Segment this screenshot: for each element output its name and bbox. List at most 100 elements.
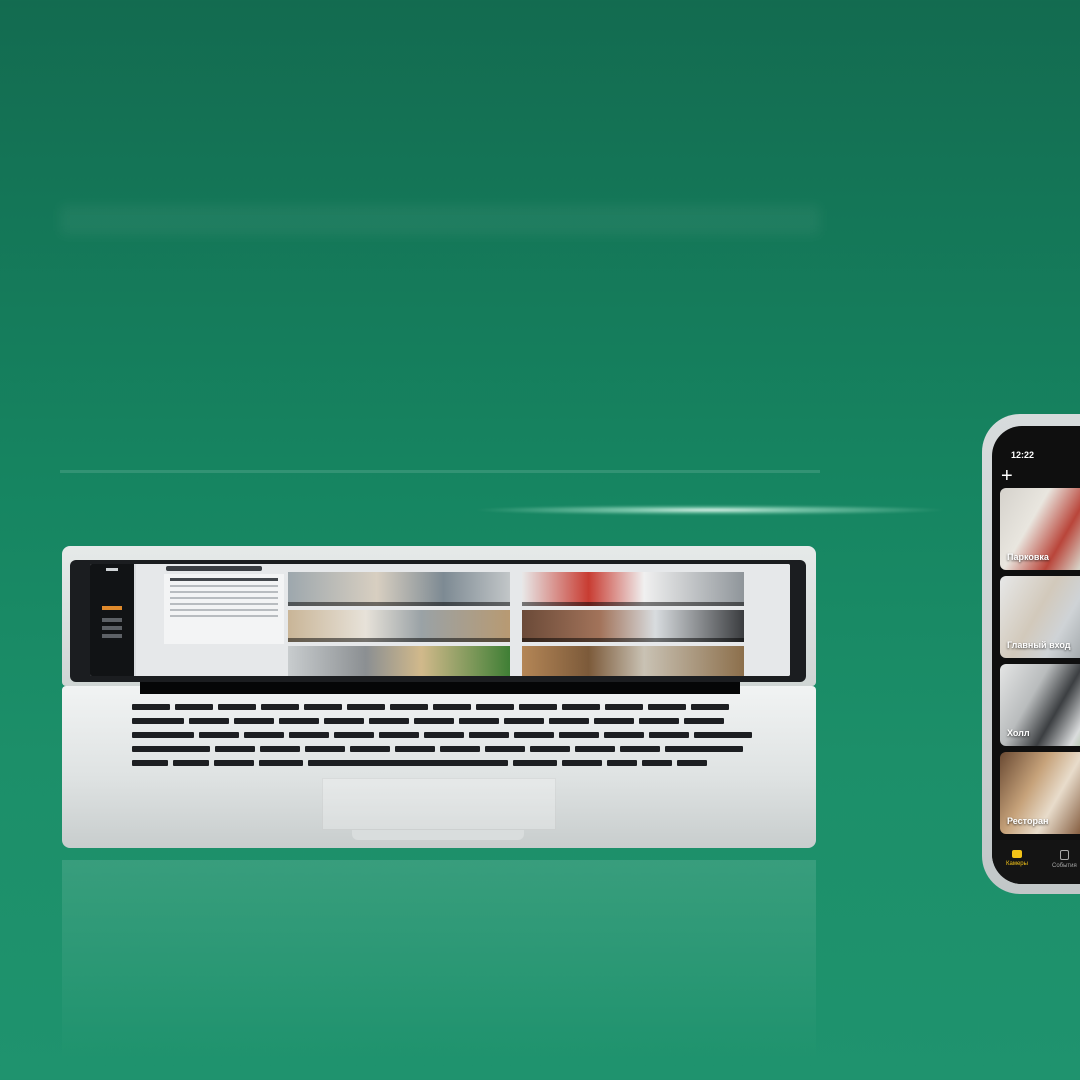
keyboard-key[interactable] [173,760,209,766]
plus-icon[interactable]: + [1001,466,1013,486]
keyboard-key[interactable] [559,732,599,738]
keyboard-key[interactable] [324,718,364,724]
sidebar-nav-item[interactable] [102,626,122,630]
app-sidebar [90,564,134,676]
keyboard-key[interactable] [132,746,210,752]
tab-cameras[interactable]: Камеры [1006,850,1028,867]
camera-feed-tile[interactable] [288,572,510,606]
keyboard-key[interactable] [350,746,390,752]
keyboard-key[interactable] [648,704,686,710]
keyboard-key[interactable] [607,760,637,766]
keyboard-key[interactable] [189,718,229,724]
keyboard-key[interactable] [304,704,342,710]
keyboard-key[interactable] [424,732,464,738]
keyboard-key[interactable] [604,732,644,738]
keyboard-key[interactable] [433,704,471,710]
keyboard-key[interactable] [279,718,319,724]
keyboard-key[interactable] [504,718,544,724]
keyboard-key[interactable] [260,746,300,752]
keyboard-key[interactable] [347,704,385,710]
keyboard-key[interactable] [642,760,672,766]
app-topbar [166,566,262,571]
tree-row[interactable] [170,585,278,587]
keyboard-key[interactable] [649,732,689,738]
tree-row[interactable] [170,603,278,605]
keyboard-key[interactable] [684,718,724,724]
camera-card[interactable]: Ресторан [1000,752,1080,834]
tab-label: События [1052,863,1077,869]
keyboard-key[interactable] [459,718,499,724]
keyboard-key[interactable] [175,704,213,710]
camera-card[interactable]: Холл [1000,664,1080,746]
keyboard-key[interactable] [390,704,428,710]
keyboard-key[interactable] [605,704,643,710]
camera-feed-tile[interactable] [288,610,510,642]
keyboard-key[interactable] [334,732,374,738]
tree-row[interactable] [170,609,278,611]
camera-feed-tile[interactable] [522,610,744,642]
keyboard-key[interactable] [513,760,557,766]
keyboard-key[interactable] [562,760,602,766]
keyboard-key[interactable] [305,746,345,752]
keyboard-key[interactable] [132,760,168,766]
keyboard-key[interactable] [519,704,557,710]
keyboard-key[interactable] [691,704,729,710]
keyboard-key[interactable] [379,732,419,738]
tree-row[interactable] [170,591,278,593]
keyboard-key[interactable] [594,718,634,724]
keyboard-key[interactable] [440,746,480,752]
laptop-notch [352,830,524,840]
sidebar-nav-cameras[interactable] [102,606,122,610]
keyboard-key[interactable] [677,760,707,766]
keyboard-key[interactable] [514,732,554,738]
keyboard-key[interactable] [476,704,514,710]
camera-feed-tile[interactable] [522,572,744,606]
laptop-hinge [140,682,740,694]
camera-icon [1011,850,1022,858]
keyboard-key[interactable] [562,704,600,710]
app-logo [106,568,118,571]
trackpad[interactable] [322,778,556,830]
keyboard-key[interactable] [369,718,409,724]
keyboard-key[interactable] [244,732,284,738]
keyboard-key[interactable] [132,704,170,710]
keyboard-key[interactable] [214,760,254,766]
keyboard-key[interactable] [199,732,239,738]
keyboard-key[interactable] [261,704,299,710]
camera-card[interactable]: Главный вход [1000,576,1080,658]
keyboard-key[interactable] [132,718,184,724]
app-main [136,564,790,676]
keyboard-key[interactable] [289,732,329,738]
keyboard-key[interactable] [132,732,194,738]
keyboard-key[interactable] [395,746,435,752]
keyboard-key[interactable] [234,718,274,724]
keyboard-key[interactable] [665,746,743,752]
tree-row[interactable] [170,597,278,599]
sidebar-nav-item[interactable] [102,618,122,622]
tree-row[interactable] [170,615,278,617]
tree-row-header[interactable] [170,578,278,581]
keyboard-key[interactable] [639,718,679,724]
keyboard-key[interactable] [549,718,589,724]
keyboard-key[interactable] [694,732,752,738]
sidebar-nav-item[interactable] [102,634,122,638]
background-haze-line [60,470,820,473]
keyboard-key[interactable] [259,760,303,766]
background-haze-top [60,205,820,235]
camera-card[interactable]: Парковка [1000,488,1080,570]
tab-bar: Камеры События [992,840,1080,884]
keyboard-key[interactable] [530,746,570,752]
keyboard-key[interactable] [575,746,615,752]
laptop-reflection [62,860,816,1060]
camera-feed-tile[interactable] [522,646,744,676]
keyboard-key[interactable] [215,746,255,752]
keyboard-key[interactable] [485,746,525,752]
keyboard-key[interactable] [308,760,508,766]
keyboard-key[interactable] [218,704,256,710]
keyboard-key[interactable] [620,746,660,752]
keyboard-key[interactable] [414,718,454,724]
laptop-screen [90,564,790,676]
tab-events[interactable]: События [1052,850,1077,869]
keyboard-key[interactable] [469,732,509,738]
camera-feed-tile[interactable] [288,646,510,676]
